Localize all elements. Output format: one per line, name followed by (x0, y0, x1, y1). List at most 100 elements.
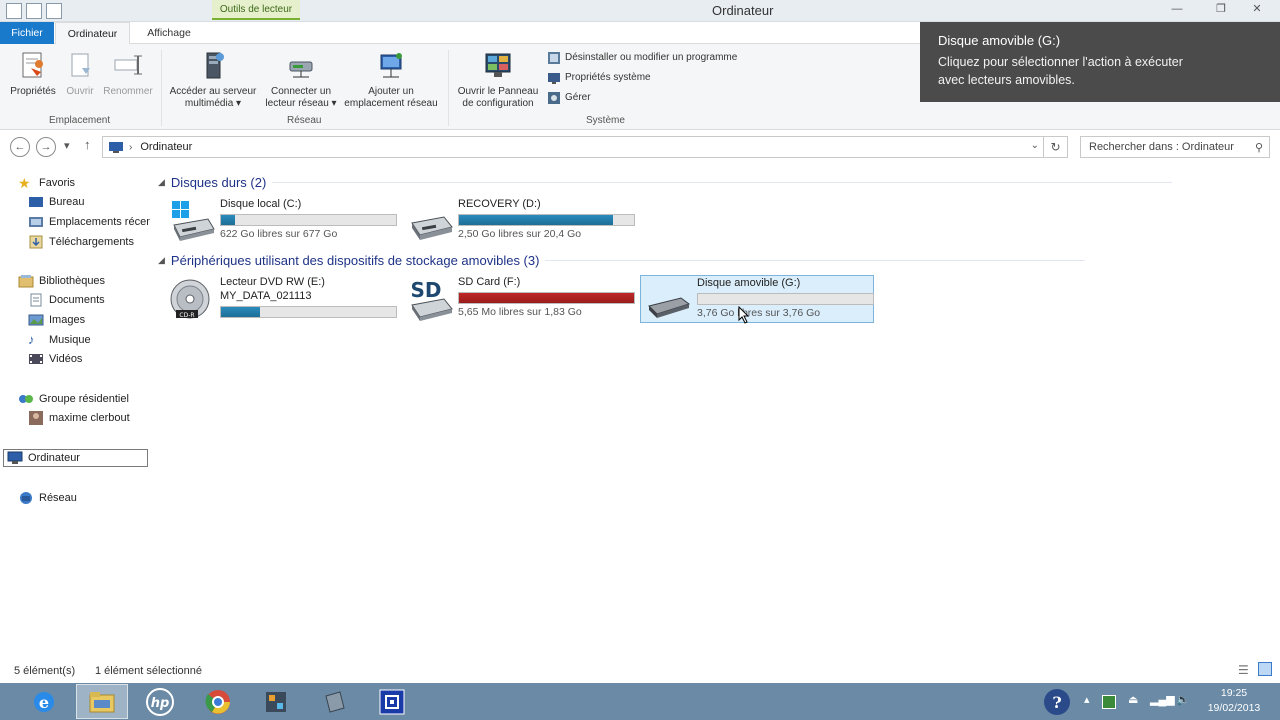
collapse-arrow-icon[interactable]: ◢ (158, 177, 165, 188)
properties-button[interactable]: Propriétés (6, 50, 60, 98)
new-folder-icon[interactable] (46, 3, 62, 19)
show-hidden-icons-icon[interactable]: ▴ (1084, 693, 1090, 706)
close-button[interactable]: ✕ (1248, 2, 1266, 16)
search-input[interactable] (1089, 141, 1249, 153)
uninstall-program-button[interactable]: Désinstaller ou modifier un programme (547, 49, 737, 67)
rename-button[interactable]: Renommer (100, 50, 156, 98)
back-button[interactable]: ← (10, 137, 30, 157)
safely-remove-hardware-icon[interactable]: ⏏ (1128, 693, 1138, 706)
details-view-icon[interactable]: ☰ (1238, 663, 1249, 677)
collapse-arrow-icon[interactable]: ◢ (158, 255, 165, 266)
open-button[interactable]: Ouvrir (62, 50, 98, 98)
control-panel-icon (485, 53, 511, 77)
recent-locations-dropdown[interactable]: ▾ (64, 139, 70, 152)
tray-app-icon[interactable] (1102, 695, 1116, 709)
nav-documents[interactable]: Documents (28, 291, 105, 309)
nav-homegroup-label: Groupe résidentiel (39, 393, 129, 405)
taskbar-app-5[interactable] (308, 684, 360, 719)
tab-view[interactable]: Affichage (136, 22, 202, 44)
add-location-label-2: emplacement réseau (344, 98, 438, 109)
uninstall-icon (548, 52, 560, 64)
drive-free-space: 2,50 Go libres sur 20,4 Go (458, 228, 582, 240)
media-server-button[interactable]: Accéder au serveur multimédia ▾ (166, 50, 260, 110)
search-box[interactable]: ⚲ (1080, 136, 1270, 158)
system-properties-label: Propriétés système (565, 72, 651, 83)
tab-file[interactable]: Fichier (0, 22, 54, 44)
rename-label: Renommer (103, 86, 153, 97)
nav-downloads[interactable]: Téléchargements (28, 233, 134, 251)
breadcrumb-separator-icon[interactable]: › (129, 142, 132, 153)
disk-tool-icon (325, 690, 345, 713)
nav-music[interactable]: ♪ Musique (28, 331, 91, 349)
music-icon: ♪ (28, 332, 35, 347)
desktop-icon (29, 197, 43, 207)
drive-item[interactable]: Disque local (C:) 622 Go libres sur 677 … (164, 197, 398, 245)
quick-access-toolbar (6, 3, 62, 19)
hp-icon: hp (146, 687, 174, 716)
windows-hard-drive-icon (172, 201, 215, 241)
breadcrumb-computer[interactable]: Ordinateur (140, 141, 192, 153)
system-properties-button[interactable]: Propriétés système (547, 69, 651, 87)
content-area: ◢ Disques durs (2) Disque local (C:) 622… (150, 163, 1280, 659)
nav-libraries[interactable]: Bibliothèques (18, 272, 105, 290)
nav-computer[interactable]: Ordinateur (3, 449, 148, 467)
group-header-removable[interactable]: ◢ Périphériques utilisant des dispositif… (158, 253, 1086, 268)
drive-item[interactable]: CD-R Lecteur DVD RW (E:) MY_DATA_021113 (164, 275, 398, 323)
nav-music-label: Musique (49, 334, 91, 346)
nav-homegroup[interactable]: Groupe résidentiel (18, 390, 129, 408)
tab-computer[interactable]: Ordinateur (55, 22, 130, 44)
volume-icon[interactable]: 🔈 (1176, 693, 1190, 706)
nav-network[interactable]: Réseau (18, 489, 77, 507)
taskbar-app-6[interactable] (366, 684, 418, 719)
navigation-pane: ★ Favoris Bureau Emplacements récents Té… (0, 163, 150, 659)
network-tool-icon (266, 691, 286, 712)
navigation-bar: ← → ▾ ↑ › Ordinateur ⌄ ↻ ⚲ (0, 131, 1280, 163)
nav-favorites[interactable]: ★ Favoris (18, 174, 75, 192)
maximize-button[interactable]: ❐ (1212, 2, 1230, 16)
file-explorer-icon (89, 691, 115, 712)
drive-usage-fill (221, 307, 260, 317)
system-properties-icon (548, 73, 560, 84)
address-bar[interactable]: › Ordinateur ⌄ (102, 136, 1044, 158)
drive-usage-fill (459, 293, 634, 303)
nav-images[interactable]: Images (28, 311, 85, 329)
properties-small-icon[interactable] (26, 3, 42, 19)
taskbar-hp[interactable]: hp (134, 684, 186, 719)
address-dropdown-icon[interactable]: ⌄ (1031, 140, 1039, 151)
up-button[interactable]: ↑ (84, 137, 91, 152)
autoplay-notification[interactable]: Disque amovible (G:) Cliquez pour sélect… (920, 22, 1280, 102)
add-network-location-button[interactable]: Ajouter un emplacement réseau (340, 50, 442, 110)
group-hard-drives-label: Disques durs (2) (170, 175, 267, 190)
taskbar-file-explorer[interactable] (76, 684, 128, 719)
drive-item[interactable]: SD SD Card (F:) 5,65 Mo libres sur 1,83 … (402, 275, 636, 323)
drive-item[interactable]: RECOVERY (D:) 2,50 Go libres sur 20,4 Go (402, 197, 636, 245)
group-header-hard-drives[interactable]: ◢ Disques durs (2) (158, 175, 1173, 190)
notification-title: Disque amovible (G:) (938, 33, 1061, 48)
taskbar-internet-explorer[interactable]: e (18, 684, 70, 719)
taskbar-app-4[interactable] (250, 684, 302, 719)
properties-label: Propriétés (10, 86, 56, 97)
drive-usage-bar (458, 214, 635, 226)
drive-name: Disque local (C:) (220, 198, 302, 210)
network-signal-icon[interactable]: ▂▄▆ (1150, 693, 1175, 706)
status-bar: 5 élément(s) 1 élément sélectionné ☰ (0, 659, 1280, 683)
nav-videos[interactable]: Vidéos (28, 350, 82, 368)
drive-name: Disque amovible (G:) (697, 277, 801, 289)
help-assistant-icon[interactable]: ? (1042, 687, 1072, 717)
group-label-system: Système (586, 115, 625, 126)
nav-desktop[interactable]: Bureau (28, 193, 84, 211)
taskbar-chrome[interactable] (192, 684, 244, 719)
drive-item[interactable]: Disque amovible (G:) 3,76 Go libres sur … (640, 275, 874, 323)
manage-button[interactable]: Gérer (547, 89, 591, 107)
forward-button[interactable]: → (36, 137, 56, 157)
minimize-button[interactable]: — (1168, 2, 1186, 16)
clock[interactable]: 19:25 19/02/2013 (1200, 686, 1268, 716)
context-tab-drive-tools[interactable]: Outils de lecteur (212, 0, 300, 20)
nav-recent-places[interactable]: Emplacements récents (28, 213, 150, 231)
map-network-drive-button[interactable]: Connecter un lecteur réseau ▾ (262, 50, 340, 110)
nav-user[interactable]: maxime clerbout (28, 409, 130, 427)
control-panel-button[interactable]: Ouvrir le Panneau de configuration (452, 50, 544, 110)
large-icons-view-icon[interactable] (1258, 662, 1272, 676)
save-icon[interactable] (6, 3, 22, 19)
refresh-button[interactable]: ↻ (1044, 136, 1068, 158)
